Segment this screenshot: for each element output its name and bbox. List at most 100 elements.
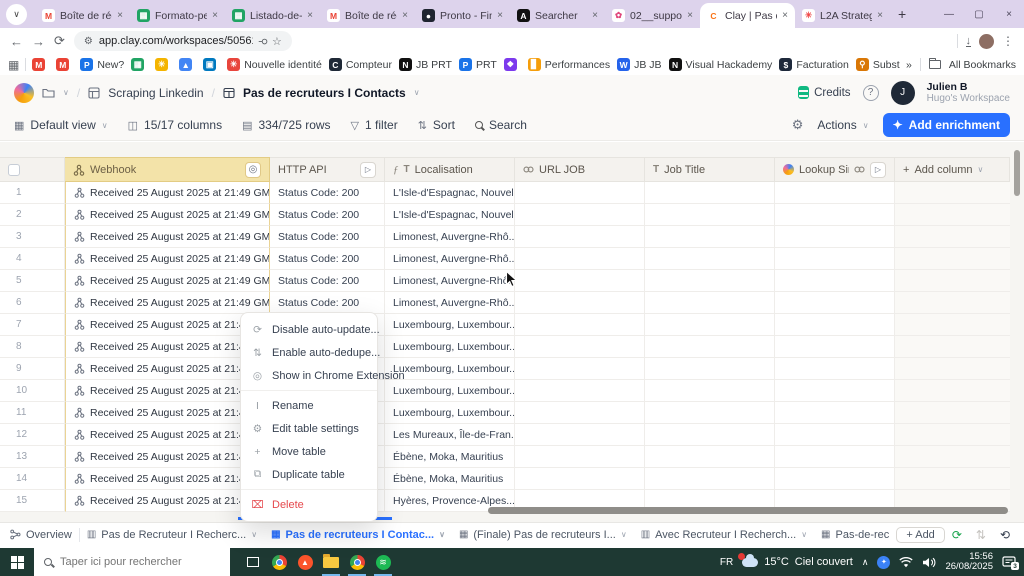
url-job-cell[interactable] — [515, 424, 645, 446]
extension-icon[interactable] — [641, 34, 656, 49]
lookup-cell[interactable] — [775, 380, 895, 402]
bookmark-item[interactable]: M — [32, 58, 49, 71]
url-job-cell[interactable] — [515, 226, 645, 248]
breadcrumb-project[interactable]: Scraping Linkedin — [108, 86, 203, 100]
context-menu-item[interactable]: ⌧ Delete — [241, 489, 377, 516]
tab-search-button[interactable]: ∨ — [6, 4, 27, 25]
row-number[interactable]: 5 — [0, 270, 65, 292]
webhook-cell[interactable]: Received 25 August 2025 at 21:49 GMT-5 — [65, 248, 270, 270]
bookmark-item[interactable]: N Visual Hackademy — [668, 58, 772, 71]
row-number[interactable]: 2 — [0, 204, 65, 226]
file-explorer-button[interactable] — [318, 548, 344, 576]
context-menu-item[interactable]: ⚙ Edit table settings — [241, 417, 377, 440]
dedupe-icon[interactable]: ⇅ — [976, 528, 986, 542]
url-job-cell[interactable] — [515, 358, 645, 380]
back-button[interactable]: ← — [10, 34, 23, 49]
extension-icon[interactable] — [321, 34, 336, 49]
spotify-app-button[interactable]: ≋ — [370, 548, 396, 576]
lookup-cell[interactable] — [775, 314, 895, 336]
sort-button[interactable]: ⇅ Sort — [418, 118, 455, 132]
browser-tab[interactable]: M Boîte de récep × — [320, 3, 415, 28]
workspace-folder-icon[interactable] — [42, 87, 55, 98]
job-title-cell[interactable] — [645, 424, 775, 446]
run-column-button[interactable]: ▷ — [870, 161, 886, 178]
url-job-cell[interactable] — [515, 402, 645, 424]
clay-logo[interactable] — [14, 82, 34, 103]
localisation-cell[interactable]: Luxembourg, Luxembour... — [385, 402, 515, 424]
bookmark-item[interactable]: ▲ — [179, 58, 196, 71]
sheet-tab[interactable]: ▦ Pas-de-recruteurs-I-Conta... ∨ — [821, 529, 889, 541]
row-number[interactable]: 12 — [0, 424, 65, 446]
url-job-cell[interactable] — [515, 468, 645, 490]
all-bookmarks-label[interactable]: All Bookmarks — [949, 59, 1016, 71]
row-number[interactable]: 9 — [0, 358, 65, 380]
url-job-cell[interactable] — [515, 248, 645, 270]
table-row[interactable]: 10 Received 25 August 2025 at 21:49 GMT-… — [0, 380, 1010, 402]
job-title-cell[interactable] — [645, 380, 775, 402]
tray-app-icon[interactable]: ✦ — [877, 555, 891, 569]
extension-icon[interactable] — [521, 34, 536, 49]
extension-icon[interactable] — [681, 34, 696, 49]
lookup-cell[interactable] — [775, 336, 895, 358]
reload-button[interactable]: ⟳ — [54, 33, 65, 49]
bookmark-item[interactable]: ▊ Performances — [527, 58, 610, 71]
column-header-url-job[interactable]: URL JOB — [515, 157, 645, 182]
url-job-cell[interactable] — [515, 314, 645, 336]
extension-icon[interactable] — [761, 34, 776, 49]
downloads-icon[interactable]: ↓ — [965, 35, 971, 47]
http-status-cell[interactable]: Status Code: 200 — [270, 292, 385, 314]
breadcrumb-table[interactable]: Pas de recruteurs I Contacts — [243, 86, 406, 100]
notification-center-button[interactable]: 3 — [1002, 556, 1019, 570]
bookmarks-overflow-chevron[interactable]: » — [906, 59, 912, 71]
http-status-cell[interactable]: Status Code: 200 — [270, 182, 385, 204]
row-number[interactable]: 14 — [0, 468, 65, 490]
localisation-cell[interactable]: Limonest, Auvergne-Rhô... — [385, 248, 515, 270]
rows-button[interactable]: ▤ 334/725 rows — [242, 118, 330, 132]
new-tab-button[interactable]: + — [898, 6, 906, 22]
table-row[interactable]: 4 Received 25 August 2025 at 21:49 GMT-5… — [0, 248, 1010, 270]
password-key-icon[interactable]: ⚲ — [257, 37, 268, 44]
history-icon[interactable]: ⟲ — [1000, 528, 1010, 542]
extension-icon[interactable] — [421, 34, 436, 49]
localisation-cell[interactable]: Luxembourg, Luxembour... — [385, 380, 515, 402]
lookup-cell[interactable] — [775, 226, 895, 248]
localisation-cell[interactable]: Les Mureaux, Île-de-Fran... — [385, 424, 515, 446]
extension-icon[interactable] — [841, 34, 856, 49]
search-button[interactable]: Search — [474, 118, 527, 132]
run-column-button[interactable]: ▷ — [360, 161, 376, 178]
url-job-cell[interactable] — [515, 270, 645, 292]
weather-widget[interactable]: 15°C Ciel couvert — [738, 552, 853, 568]
row-number[interactable]: 7 — [0, 314, 65, 336]
sync-icon[interactable]: ⟳ — [952, 528, 962, 542]
row-number[interactable]: 6 — [0, 292, 65, 314]
lookup-cell[interactable] — [775, 402, 895, 424]
user-avatar[interactable]: J — [890, 80, 915, 105]
extension-icon[interactable] — [601, 34, 616, 49]
table-row[interactable]: 6 Received 25 August 2025 at 21:49 GMT-5… — [0, 292, 1010, 314]
tab-close-icon[interactable]: × — [687, 10, 693, 21]
tab-close-icon[interactable]: × — [307, 10, 313, 21]
bookmark-item[interactable]: $ Facturation — [779, 58, 849, 71]
language-indicator[interactable]: FR — [720, 557, 733, 568]
sheet-tab-caret-icon[interactable]: ∨ — [801, 530, 807, 539]
extension-icon[interactable] — [701, 34, 716, 49]
vertical-scrollbar[interactable] — [1014, 150, 1020, 196]
http-status-cell[interactable]: Status Code: 200 — [270, 226, 385, 248]
context-menu-item[interactable]: ⧉ Duplicate table — [241, 463, 377, 486]
sheet-tab[interactable]: ▦ (Finale) Pas de recruteurs I... ∨ — [459, 529, 627, 541]
table-row[interactable]: 1 Received 25 August 2025 at 21:49 GMT-5… — [0, 182, 1010, 204]
lookup-cell[interactable] — [775, 424, 895, 446]
row-number[interactable]: 1 — [0, 182, 65, 204]
context-menu-item[interactable]: ⟳ Disable auto-update... — [241, 318, 380, 341]
localisation-cell[interactable]: Luxembourg, Luxembour... — [385, 314, 515, 336]
row-number[interactable]: 13 — [0, 446, 65, 468]
lookup-cell[interactable] — [775, 248, 895, 270]
column-target-button[interactable]: ◎ — [245, 161, 261, 178]
lookup-cell[interactable] — [775, 446, 895, 468]
extension-icon[interactable] — [301, 34, 316, 49]
column-header-localisation[interactable]: ƒ T Localisation — [385, 157, 515, 182]
extension-icon[interactable] — [821, 34, 836, 49]
close-window-button[interactable]: × — [994, 9, 1024, 20]
browser-tab[interactable]: ▦ Listado-de-do × — [225, 3, 320, 28]
lookup-cell[interactable] — [775, 292, 895, 314]
